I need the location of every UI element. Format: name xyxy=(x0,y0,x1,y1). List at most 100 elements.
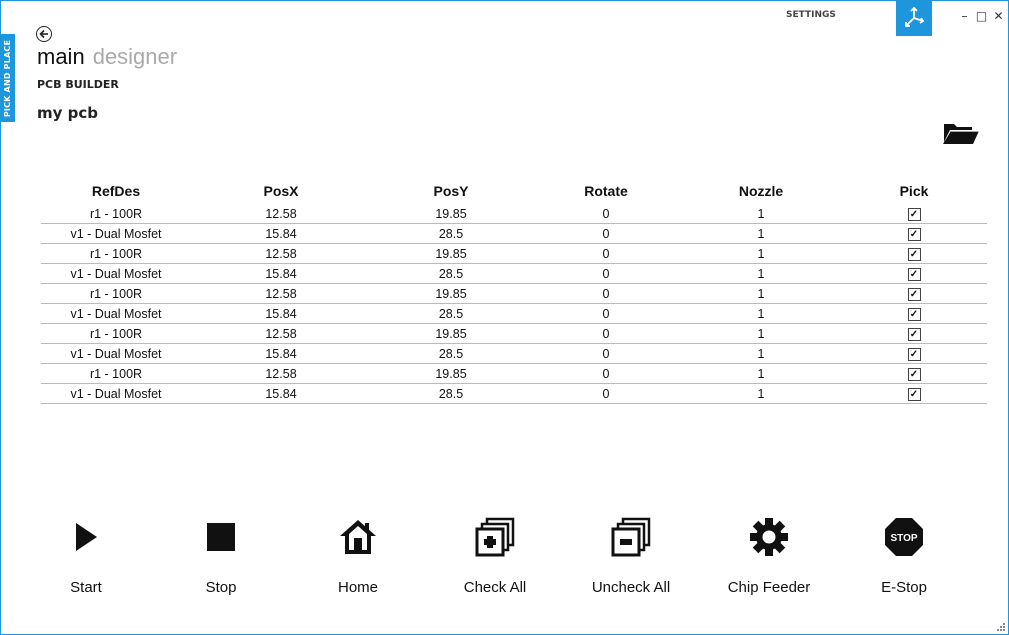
table-row[interactable]: v1 - Dual Mosfet 15.84 28.5 0 1 ✓ xyxy=(41,303,987,324)
pick-checkbox[interactable]: ✓ xyxy=(907,247,921,261)
pick-checkbox[interactable]: ✓ xyxy=(907,307,921,321)
uncheck-all-button[interactable]: Uncheck All xyxy=(566,512,696,596)
minimize-button[interactable]: – xyxy=(956,9,973,23)
cell-refdes: v1 - Dual Mosfet xyxy=(41,263,191,284)
check-all-label: Check All xyxy=(463,579,527,596)
cell-nozzle: 1 xyxy=(681,243,841,264)
col-header-pick[interactable]: Pick xyxy=(841,180,987,201)
page-subtitle: PCB BUILDER xyxy=(37,78,119,91)
cell-posx: 12.58 xyxy=(191,204,371,224)
col-header-rotate[interactable]: Rotate xyxy=(531,180,681,201)
home-button[interactable]: Home xyxy=(293,512,423,596)
cell-refdes: v1 - Dual Mosfet xyxy=(41,383,191,404)
cell-refdes: v1 - Dual Mosfet xyxy=(41,303,191,324)
cell-posy: 28.5 xyxy=(371,263,531,284)
cell-nozzle: 1 xyxy=(681,204,841,224)
cell-posy: 19.85 xyxy=(371,323,531,344)
pick-checkbox[interactable]: ✓ xyxy=(907,267,921,281)
cell-refdes: r1 - 100R xyxy=(41,323,191,344)
open-folder-button[interactable] xyxy=(942,121,980,145)
col-header-posy[interactable]: PosY xyxy=(371,180,531,201)
pick-checkbox[interactable]: ✓ xyxy=(907,367,921,381)
table-row[interactable]: r1 - 100R 12.58 19.85 0 1 ✓ xyxy=(41,204,987,224)
cell-pick: ✓ xyxy=(841,283,987,304)
cell-posy: 19.85 xyxy=(371,363,531,384)
resize-grip-icon[interactable] xyxy=(996,622,1006,632)
cell-posx: 12.58 xyxy=(191,323,371,344)
cell-rotate: 0 xyxy=(531,204,681,224)
cell-nozzle: 1 xyxy=(681,223,841,244)
pick-checkbox[interactable]: ✓ xyxy=(907,207,921,221)
chip-feeder-button[interactable]: Chip Feeder xyxy=(704,512,834,596)
cell-posy: 28.5 xyxy=(371,223,531,244)
cell-posx: 15.84 xyxy=(191,303,371,324)
gear-icon xyxy=(750,518,788,556)
side-tab-label: PICK AND PLACE xyxy=(3,39,13,117)
col-header-posx[interactable]: PosX xyxy=(191,180,371,201)
cell-posx: 12.58 xyxy=(191,283,371,304)
cell-rotate: 0 xyxy=(531,343,681,364)
cell-posx: 12.58 xyxy=(191,243,371,264)
cell-nozzle: 1 xyxy=(681,303,841,324)
parts-table: RefDes PosX PosY Rotate Nozzle Pick r1 -… xyxy=(41,180,987,404)
maximize-button[interactable]: □ xyxy=(973,9,990,23)
table-row[interactable]: v1 - Dual Mosfet 15.84 28.5 0 1 ✓ xyxy=(41,343,987,364)
estop-label: E-Stop xyxy=(881,579,927,596)
cell-pick: ✓ xyxy=(841,363,987,384)
estop-button[interactable]: STOP E-Stop xyxy=(839,512,969,596)
cell-rotate: 0 xyxy=(531,223,681,244)
bottom-toolbar: Start Stop Home Check All Uncheck All Ch… xyxy=(0,512,1009,612)
cell-rotate: 0 xyxy=(531,363,681,384)
start-button[interactable]: Start xyxy=(21,512,151,596)
cell-refdes: r1 - 100R xyxy=(41,363,191,384)
table-row[interactable]: r1 - 100R 12.58 19.85 0 1 ✓ xyxy=(41,323,987,344)
cell-posy: 19.85 xyxy=(371,243,531,264)
cell-refdes: r1 - 100R xyxy=(41,204,191,224)
settings-link[interactable]: SETTINGS xyxy=(786,10,836,20)
cell-posy: 28.5 xyxy=(371,343,531,364)
cell-rotate: 0 xyxy=(531,243,681,264)
cell-refdes: v1 - Dual Mosfet xyxy=(41,223,191,244)
cell-pick: ✓ xyxy=(841,243,987,264)
cell-pick: ✓ xyxy=(841,343,987,364)
pick-checkbox[interactable]: ✓ xyxy=(907,347,921,361)
cell-nozzle: 1 xyxy=(681,343,841,364)
cell-nozzle: 1 xyxy=(681,263,841,284)
pick-checkbox[interactable]: ✓ xyxy=(907,287,921,301)
cell-nozzle: 1 xyxy=(681,363,841,384)
close-button[interactable]: ✕ xyxy=(990,9,1007,23)
col-header-nozzle[interactable]: Nozzle xyxy=(681,180,841,201)
table-row[interactable]: r1 - 100R 12.58 19.85 0 1 ✓ xyxy=(41,243,987,264)
cell-refdes: r1 - 100R xyxy=(41,243,191,264)
pick-checkbox[interactable]: ✓ xyxy=(907,387,921,401)
col-header-refdes[interactable]: RefDes xyxy=(41,180,191,201)
folder-open-icon xyxy=(943,124,979,144)
stop-button[interactable]: Stop xyxy=(156,512,286,596)
table-row[interactable]: v1 - Dual Mosfet 15.84 28.5 0 1 ✓ xyxy=(41,383,987,404)
side-tab-pick-and-place[interactable]: PICK AND PLACE xyxy=(0,34,15,122)
cell-pick: ✓ xyxy=(841,303,987,324)
table-row[interactable]: v1 - Dual Mosfet 15.84 28.5 0 1 ✓ xyxy=(41,223,987,244)
cell-pick: ✓ xyxy=(841,223,987,244)
stop-label: Stop xyxy=(205,579,237,596)
nav-main-tab[interactable]: main xyxy=(37,44,85,69)
check-all-button[interactable]: Check All xyxy=(430,512,560,596)
cell-nozzle: 1 xyxy=(681,323,841,344)
cell-pick: ✓ xyxy=(841,204,987,224)
uncheck-all-label: Uncheck All xyxy=(591,579,671,596)
cell-rotate: 0 xyxy=(531,323,681,344)
back-button[interactable] xyxy=(36,26,52,42)
cell-rotate: 0 xyxy=(531,263,681,284)
cell-posy: 28.5 xyxy=(371,383,531,404)
stop-square-icon xyxy=(207,523,235,551)
pick-checkbox[interactable]: ✓ xyxy=(907,227,921,241)
nav-designer-tab[interactable]: designer xyxy=(93,44,177,69)
table-row[interactable]: v1 - Dual Mosfet 15.84 28.5 0 1 ✓ xyxy=(41,263,987,284)
stop-sign-icon: STOP xyxy=(885,518,923,556)
cell-posy: 28.5 xyxy=(371,303,531,324)
pick-checkbox[interactable]: ✓ xyxy=(907,327,921,341)
cell-posx: 15.84 xyxy=(191,263,371,284)
table-row[interactable]: r1 - 100R 12.58 19.85 0 1 ✓ xyxy=(41,363,987,384)
cell-posx: 15.84 xyxy=(191,343,371,364)
table-row[interactable]: r1 - 100R 12.58 19.85 0 1 ✓ xyxy=(41,283,987,304)
